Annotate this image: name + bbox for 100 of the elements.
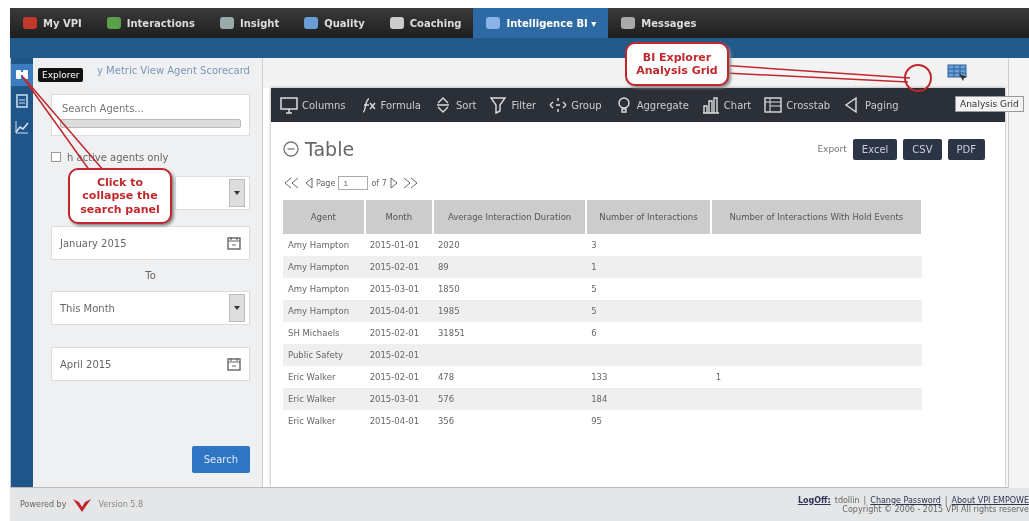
tooltip: Analysis Grid	[955, 96, 1024, 112]
table-cell: 89	[432, 256, 587, 278]
table-cell: 184	[586, 388, 711, 410]
next-page-icon[interactable]	[389, 177, 399, 189]
last-page-icon[interactable]	[401, 177, 420, 189]
calendar-icon[interactable]	[227, 236, 241, 250]
menu-tab[interactable]: Interactions	[93, 8, 207, 38]
scrollbar[interactable]	[60, 119, 241, 128]
toolbar-button[interactable]: Filter	[488, 95, 537, 115]
footer-link[interactable]: Change Password	[870, 495, 941, 505]
document-icon	[16, 94, 28, 108]
table-cell: 31851	[432, 322, 587, 344]
menu-tab[interactable]: Quality	[291, 8, 377, 38]
column-header[interactable]: Number of Interactions	[586, 200, 711, 234]
table-cell: Public Safety	[283, 344, 365, 366]
table-cell: 2015-03-01	[364, 278, 433, 300]
side-button[interactable]	[11, 64, 33, 86]
column-header[interactable]: Agent	[283, 200, 365, 234]
page-field[interactable]: 1	[338, 176, 369, 190]
range-dropdown[interactable]: This Month	[51, 291, 250, 325]
toolbar-button[interactable]: Group	[548, 95, 602, 115]
toolbar-button[interactable]: Columns	[279, 95, 346, 115]
line-chart-icon	[15, 120, 29, 134]
table-cell: 1	[586, 256, 711, 278]
table-cell: Eric Walker	[283, 388, 365, 410]
menu-item-icon	[218, 16, 235, 30]
search-button[interactable]: Search	[191, 446, 250, 473]
table-cell: 576	[432, 388, 587, 410]
version-label: Version 5.8	[98, 500, 144, 509]
menu-tab-label: Quality	[324, 17, 365, 29]
menu-tab[interactable]: Insight	[206, 8, 292, 38]
export-button[interactable]: Excel	[852, 138, 898, 160]
toolbar-button[interactable]: Paging	[842, 95, 899, 115]
menu-tab[interactable]: My VPI	[10, 8, 94, 38]
menu-tab-label: Insight	[239, 17, 280, 29]
table-cell: 2015-02-01	[364, 256, 433, 278]
export-button[interactable]: PDF	[947, 138, 985, 160]
table-cell: 1	[710, 366, 922, 388]
bar-chart-icon	[700, 95, 721, 115]
menu-item-icon	[620, 16, 637, 30]
toolbar-button[interactable]: Sort	[432, 95, 477, 115]
menu-tab[interactable]: Intelligence BI ▾	[473, 8, 609, 38]
footer-link[interactable]: About VPI EMPOWE	[951, 495, 1029, 505]
menu-tab[interactable]: Messages	[608, 8, 709, 38]
search-box[interactable]: Search Agents...	[51, 94, 250, 136]
logo-icon	[72, 496, 93, 513]
table-cell: 6	[586, 322, 711, 344]
table-cell: 133	[586, 366, 711, 388]
logoff-link[interactable]: LogOff:	[797, 495, 831, 505]
collapse-icon[interactable]	[283, 141, 299, 157]
table-cell: 2015-04-01	[364, 300, 433, 322]
column-header[interactable]: Month	[364, 200, 433, 234]
table-cell: Amy Hampton	[283, 234, 365, 256]
date-field[interactable]: January 2015	[51, 226, 250, 260]
column-header[interactable]: Number of Interactions With Hold Events	[710, 200, 922, 234]
calendar-icon[interactable]	[227, 357, 241, 371]
menu-tab[interactable]: Coaching	[376, 8, 474, 38]
previous-page-icon[interactable]	[304, 177, 313, 189]
menu-item-icon	[22, 16, 38, 30]
dropdown-button[interactable]	[229, 294, 245, 322]
table-cell: 5	[586, 300, 711, 322]
table-cell: SH Michaels	[283, 322, 365, 344]
page-label: Page	[316, 178, 336, 188]
toolbar-button[interactable]: Crosstab	[763, 95, 831, 115]
user-name: tdollin	[834, 495, 860, 505]
callout: BI Explorer Analysis Grid	[625, 42, 729, 86]
search-field[interactable]: Search Agents...	[60, 102, 241, 115]
table-cell: 2015-02-01	[364, 366, 433, 388]
table-cell: Amy Hampton	[283, 256, 365, 278]
toolbar-button[interactable]: Chart	[700, 95, 752, 115]
date-field[interactable]: April 2015	[51, 347, 250, 381]
toolbar-button[interactable]: Formula	[357, 95, 421, 115]
column-header[interactable]: Average Interaction Duration	[432, 200, 587, 234]
filter-icon	[488, 95, 509, 115]
first-page-icon[interactable]	[283, 177, 301, 189]
dropdown-button[interactable]	[229, 179, 245, 207]
table-cell: 2020	[432, 234, 587, 256]
table-cell: 2015-04-01	[364, 410, 433, 432]
table-cell: Amy Hampton	[283, 278, 365, 300]
monitor-icon	[279, 95, 299, 115]
analysis-grid-icon[interactable]	[947, 64, 967, 82]
menu-tab-label: Coaching	[409, 17, 462, 29]
table-cell: 1985	[432, 300, 587, 322]
table-cell: 2015-02-01	[364, 344, 433, 366]
table-cell: 95	[586, 410, 711, 432]
table-cell: 2015-03-01	[364, 388, 433, 410]
toolbar-button[interactable]: Aggregate	[613, 95, 689, 115]
menu-item-icon	[388, 16, 405, 30]
checkbox[interactable]	[51, 152, 61, 162]
table-cell: Eric Walker	[283, 410, 365, 432]
menu-tab-label: Messages	[641, 17, 697, 29]
callout: Click to collapse the search panel	[68, 168, 172, 224]
menu-tab-label: Intelligence BI ▾	[506, 17, 597, 29]
binoculars-icon	[16, 70, 28, 79]
caret-icon	[234, 306, 240, 310]
export-button[interactable]: CSV	[903, 138, 942, 160]
tooltip: Explorer	[38, 68, 84, 82]
separator: |	[863, 495, 867, 505]
menu-item-icon	[303, 16, 320, 30]
table-title: Table	[305, 138, 355, 160]
